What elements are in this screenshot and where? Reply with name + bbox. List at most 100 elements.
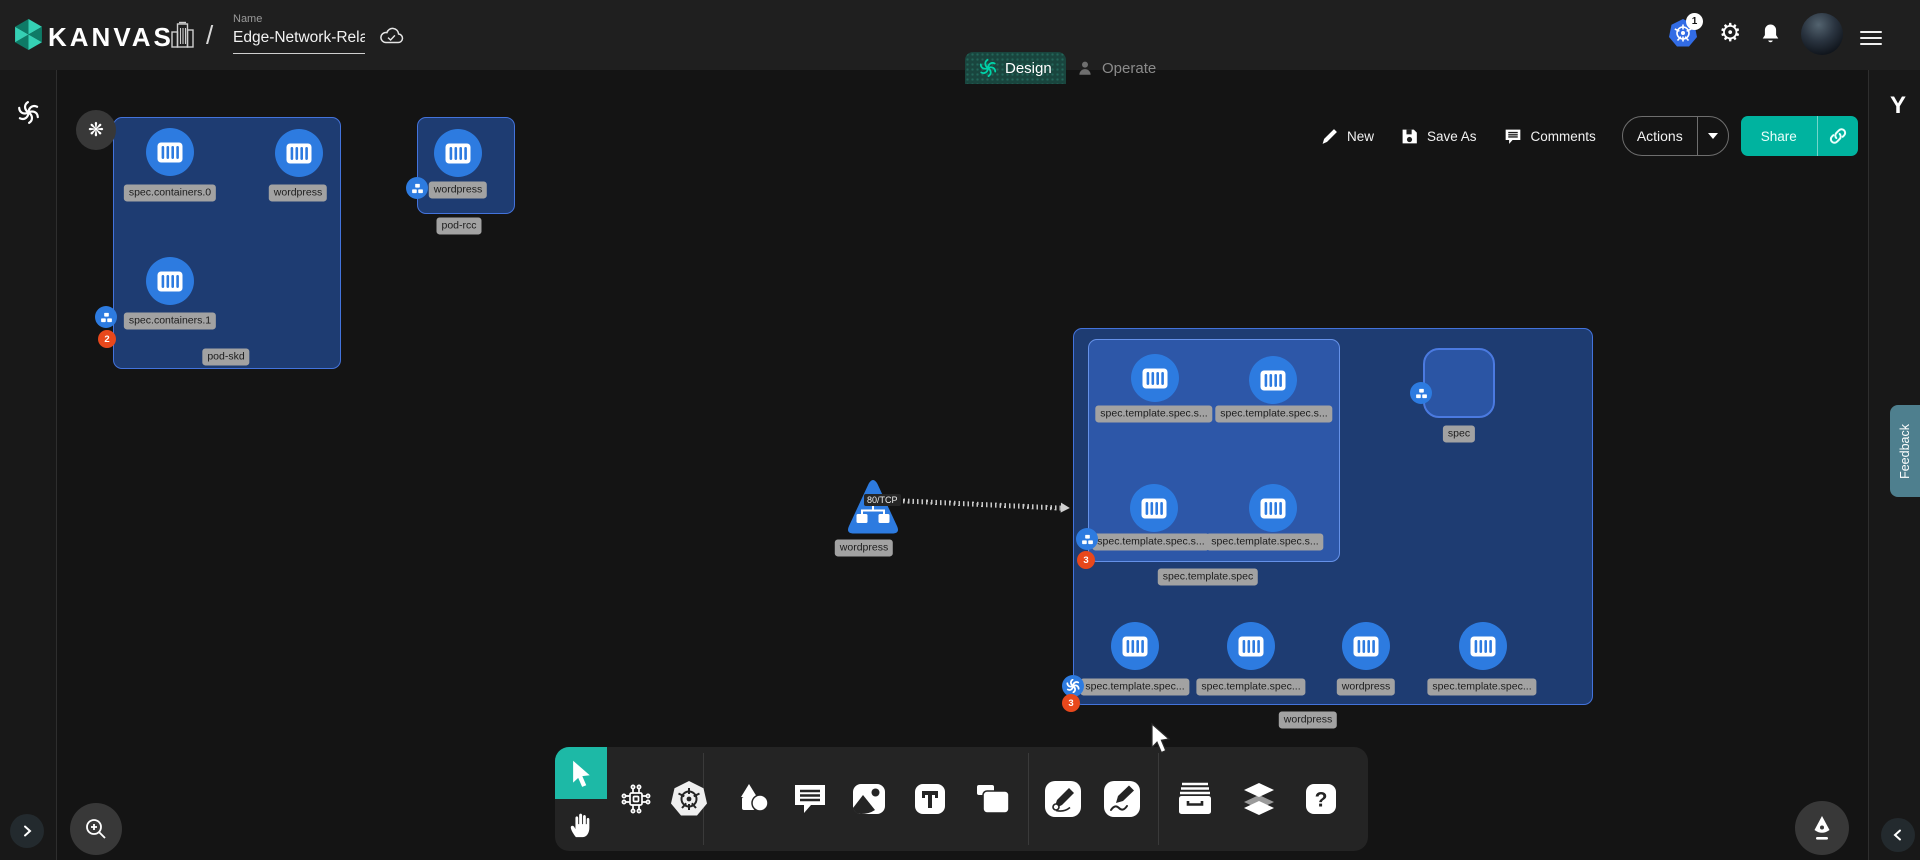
tool-help-icon[interactable]: ? bbox=[1299, 777, 1343, 821]
whiteboard-pen-button[interactable] bbox=[1795, 801, 1849, 855]
rack-badge-icon bbox=[1076, 528, 1098, 550]
actions-label: Actions bbox=[1623, 128, 1697, 144]
settings-gear-icon[interactable]: ⚙ bbox=[1719, 21, 1741, 46]
rack-badge-icon bbox=[1410, 382, 1432, 404]
node-label-chip: wordpress bbox=[835, 539, 893, 556]
design-name-label: Name bbox=[233, 13, 262, 25]
container-node[interactable] bbox=[434, 129, 482, 177]
container-node[interactable] bbox=[1342, 622, 1390, 670]
expand-right-panel-button[interactable] bbox=[1881, 818, 1915, 852]
count-badge: 2 bbox=[98, 330, 116, 348]
group-spec-template-spec[interactable] bbox=[1088, 339, 1340, 562]
container-node[interactable] bbox=[146, 257, 194, 305]
kanvas-app: KANVAS / Name Design bbox=[0, 0, 1920, 860]
pen-nib-icon bbox=[1809, 814, 1835, 842]
comment-icon bbox=[1503, 127, 1523, 146]
actions-dropdown[interactable]: Actions bbox=[1622, 116, 1729, 156]
node-label-chip: spec.template.spec.s... bbox=[1215, 405, 1332, 422]
container-node[interactable] bbox=[1249, 356, 1297, 404]
tool-layers-icon[interactable] bbox=[1237, 777, 1281, 821]
design-name-input[interactable] bbox=[233, 29, 365, 54]
node-label-chip: spec.template.spec.s... bbox=[1095, 405, 1212, 422]
user-avatar[interactable] bbox=[1801, 13, 1843, 55]
feedback-tab[interactable]: Feedback bbox=[1890, 405, 1920, 497]
node-label-chip: wordpress bbox=[269, 184, 327, 201]
node-label-chip: wordpress bbox=[429, 181, 487, 198]
mouse-cursor bbox=[1148, 722, 1174, 761]
zoom-button[interactable] bbox=[70, 803, 122, 855]
rack-badge-icon bbox=[406, 177, 428, 199]
kubernetes-count-badge: 1 bbox=[1686, 13, 1703, 30]
edge-label-chip: 80/TCP bbox=[864, 494, 901, 506]
group-label-chip: wordpress bbox=[1279, 711, 1337, 728]
tool-image-icon[interactable] bbox=[847, 777, 891, 821]
layer5-y-icon: Y bbox=[1880, 92, 1916, 120]
tool-text-icon[interactable] bbox=[908, 777, 952, 821]
save-as-button[interactable]: Save As bbox=[1400, 127, 1477, 146]
rack-badge-icon bbox=[95, 306, 117, 328]
node-label-chip: spec.template.spec.s... bbox=[1092, 533, 1209, 550]
container-node[interactable] bbox=[1111, 622, 1159, 670]
container-node[interactable] bbox=[1130, 484, 1178, 532]
kanvas-logo-icon[interactable] bbox=[13, 17, 44, 57]
count-badge: 3 bbox=[1077, 551, 1095, 569]
left-rail bbox=[0, 70, 57, 860]
comments-button[interactable]: Comments bbox=[1503, 127, 1596, 146]
container-node[interactable] bbox=[1131, 354, 1179, 402]
tool-frame-icon[interactable] bbox=[971, 777, 1015, 821]
tool-pen-path-icon[interactable] bbox=[1041, 777, 1085, 821]
container-node[interactable] bbox=[1459, 622, 1507, 670]
cluster-snowflake-icon: ❋ bbox=[88, 121, 104, 140]
count-badge: 3 bbox=[1062, 694, 1080, 712]
svg-text:?: ? bbox=[1315, 789, 1328, 812]
save-icon bbox=[1400, 127, 1419, 146]
tab-design-label: Design bbox=[1005, 60, 1052, 77]
tool-pan-hand[interactable] bbox=[555, 799, 607, 851]
group-label-chip: pod-rcc bbox=[436, 217, 481, 234]
tab-operate-label: Operate bbox=[1102, 60, 1156, 77]
node-label-chip: spec.containers.1 bbox=[124, 312, 216, 329]
cloud-saved-icon bbox=[379, 25, 404, 47]
tool-comment-icon[interactable] bbox=[788, 777, 832, 821]
tab-operate[interactable]: Operate bbox=[1062, 52, 1170, 84]
group-label-chip: pod-skd bbox=[202, 348, 249, 365]
node-label-chip: spec.containers.0 bbox=[124, 184, 216, 201]
group-label-chip: spec.template.spec bbox=[1158, 568, 1258, 585]
tool-drawer-icon[interactable] bbox=[1173, 777, 1217, 821]
actions-caret-icon[interactable] bbox=[1698, 133, 1728, 139]
container-node[interactable] bbox=[275, 129, 323, 177]
copy-link-icon[interactable] bbox=[1818, 126, 1858, 146]
container-node[interactable] bbox=[146, 128, 194, 176]
meshery-spiral-icon[interactable] bbox=[17, 101, 40, 129]
top-bar: KANVAS / Name Design bbox=[0, 0, 1920, 70]
menu-hamburger-icon[interactable] bbox=[1860, 27, 1882, 49]
container-node[interactable] bbox=[1249, 484, 1297, 532]
service-node-wordpress[interactable] bbox=[845, 477, 901, 546]
node-label-chip: spec bbox=[1443, 425, 1475, 442]
tool-mesh-chip-icon[interactable] bbox=[614, 777, 658, 821]
organization-icon[interactable] bbox=[169, 21, 196, 50]
node-label-chip: spec.template.spec... bbox=[1080, 678, 1189, 695]
service-edge[interactable] bbox=[894, 495, 1070, 513]
dock-cluster-button[interactable]: ❋ bbox=[76, 110, 116, 150]
design-action-row: New Save As Comments Actions Share bbox=[1320, 116, 1858, 156]
node-label-chip: spec.template.spec... bbox=[1427, 678, 1536, 695]
tool-shapes-icon[interactable] bbox=[731, 777, 775, 821]
tool-kubernetes-icon[interactable] bbox=[667, 777, 711, 821]
expand-left-panel-button[interactable] bbox=[10, 814, 44, 848]
share-button[interactable]: Share bbox=[1741, 116, 1858, 156]
container-node[interactable] bbox=[1227, 622, 1275, 670]
breadcrumb-separator: / bbox=[206, 20, 213, 51]
share-label: Share bbox=[1741, 129, 1817, 144]
new-button[interactable]: New bbox=[1320, 127, 1374, 146]
notifications-bell-icon[interactable] bbox=[1760, 22, 1781, 46]
tab-design[interactable]: Design bbox=[965, 52, 1066, 84]
magnifier-plus-icon bbox=[83, 816, 109, 842]
spec-node[interactable] bbox=[1423, 348, 1495, 418]
tool-select-cursor[interactable] bbox=[555, 747, 607, 799]
brand-wordmark: KANVAS bbox=[48, 22, 174, 53]
pencil-icon bbox=[1320, 127, 1339, 146]
tool-freehand-draw-icon[interactable] bbox=[1100, 777, 1144, 821]
node-label-chip: wordpress bbox=[1337, 678, 1395, 695]
node-label-chip: spec.template.spec... bbox=[1196, 678, 1305, 695]
